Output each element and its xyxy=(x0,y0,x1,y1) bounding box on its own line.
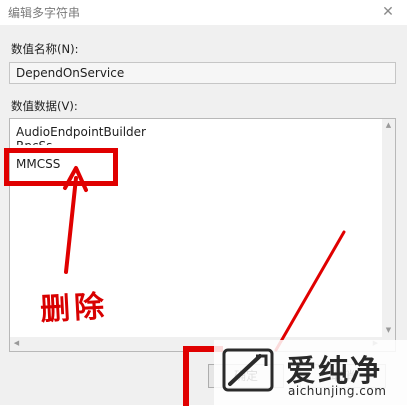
watermark: 爱纯净 aichunjing.com xyxy=(214,340,407,405)
arrow-diag-line xyxy=(274,230,346,352)
delete-annotation: 删除 xyxy=(39,289,110,328)
watermark-logo-icon xyxy=(222,348,274,392)
arrow-up-line xyxy=(64,176,78,274)
watermark-domain: aichunjing.com xyxy=(288,384,387,398)
